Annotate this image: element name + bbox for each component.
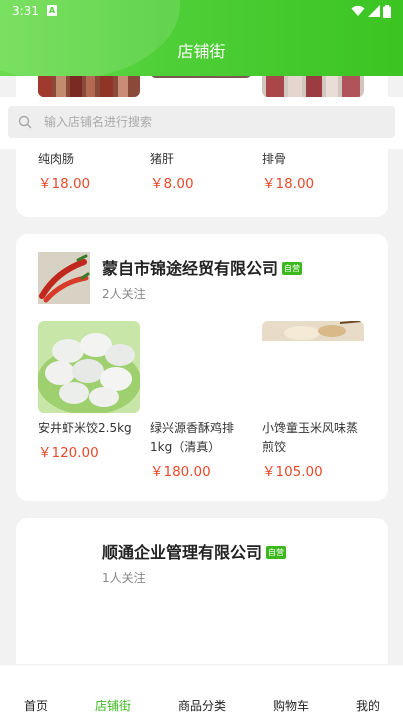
product-name: 安井虾米饺2.5kg (38, 421, 132, 435)
shop-card[interactable]: 蒙自市锦途经贸有限公司 自营 2人关注 安井虾米饺2.5kg ￥120.00 绿兴… (16, 234, 388, 501)
shop-name-text: 蒙自市锦途经贸有限公司 (102, 259, 279, 278)
self-operated-badge: 自营 (266, 546, 287, 559)
shop-card[interactable]: 顺通企业管理有限公司 自营 1人关注 (16, 518, 388, 678)
bottom-nav: 首页 店铺街 商品分类 购物车 我的 (0, 664, 403, 716)
shop-name-text: 顺通企业管理有限公司 (102, 543, 263, 562)
follower-count: 1人关注 (102, 571, 146, 585)
status-icons (351, 4, 391, 18)
status-bar: 3:31 A (0, 0, 403, 22)
shop-logo (38, 252, 90, 304)
page-title: 店铺街 (177, 42, 226, 61)
product-price: ￥8.00 (150, 176, 194, 192)
product-image (150, 321, 252, 413)
battery-icon (383, 4, 391, 18)
nav-cart[interactable]: 购物车 (273, 697, 309, 714)
follower-count: 2人关注 (102, 287, 146, 301)
signal-icon (368, 5, 380, 17)
nav-categories[interactable]: 商品分类 (178, 697, 226, 714)
product-price: ￥105.00 (262, 464, 323, 480)
product-image (262, 321, 364, 413)
nav-mine[interactable]: 我的 (356, 697, 380, 714)
product-name: 排骨 (262, 152, 287, 166)
shop-name: 顺通企业管理有限公司 自营 (102, 539, 287, 563)
nav-shop-street[interactable]: 店铺街 (95, 697, 131, 714)
shop-name: 蒙自市锦途经贸有限公司 自营 (102, 255, 303, 279)
product-price: ￥120.00 (38, 445, 99, 461)
product-name: 纯肉肠 (38, 152, 75, 166)
search-box[interactable] (8, 106, 395, 138)
search-input[interactable] (44, 115, 364, 129)
product-price: ￥180.00 (150, 464, 211, 480)
search-bar (0, 97, 403, 149)
status-time: 3:31 (12, 4, 39, 18)
product-item[interactable]: 小馋童玉米风味蒸煎饺 ￥105.00 (262, 321, 364, 480)
product-price: ￥18.00 (38, 176, 91, 192)
product-name: 猪肝 (150, 152, 175, 166)
nav-home[interactable]: 首页 (24, 697, 48, 714)
search-icon (18, 115, 32, 129)
product-image (38, 321, 140, 413)
product-price: ￥18.00 (262, 176, 315, 192)
app-header: 3:31 A 店铺街 (0, 0, 403, 76)
product-name: 小馋童玉米风味蒸煎饺 (262, 421, 359, 454)
notification-a-icon: A (47, 5, 57, 16)
wifi-icon (351, 5, 365, 16)
product-name: 绿兴源香酥鸡排1kg（清真） (150, 421, 235, 454)
self-operated-badge: 自营 (282, 262, 303, 275)
product-item[interactable]: 绿兴源香酥鸡排1kg（清真） ￥180.00 (150, 321, 252, 480)
product-item[interactable]: 安井虾米饺2.5kg ￥120.00 (38, 321, 140, 461)
